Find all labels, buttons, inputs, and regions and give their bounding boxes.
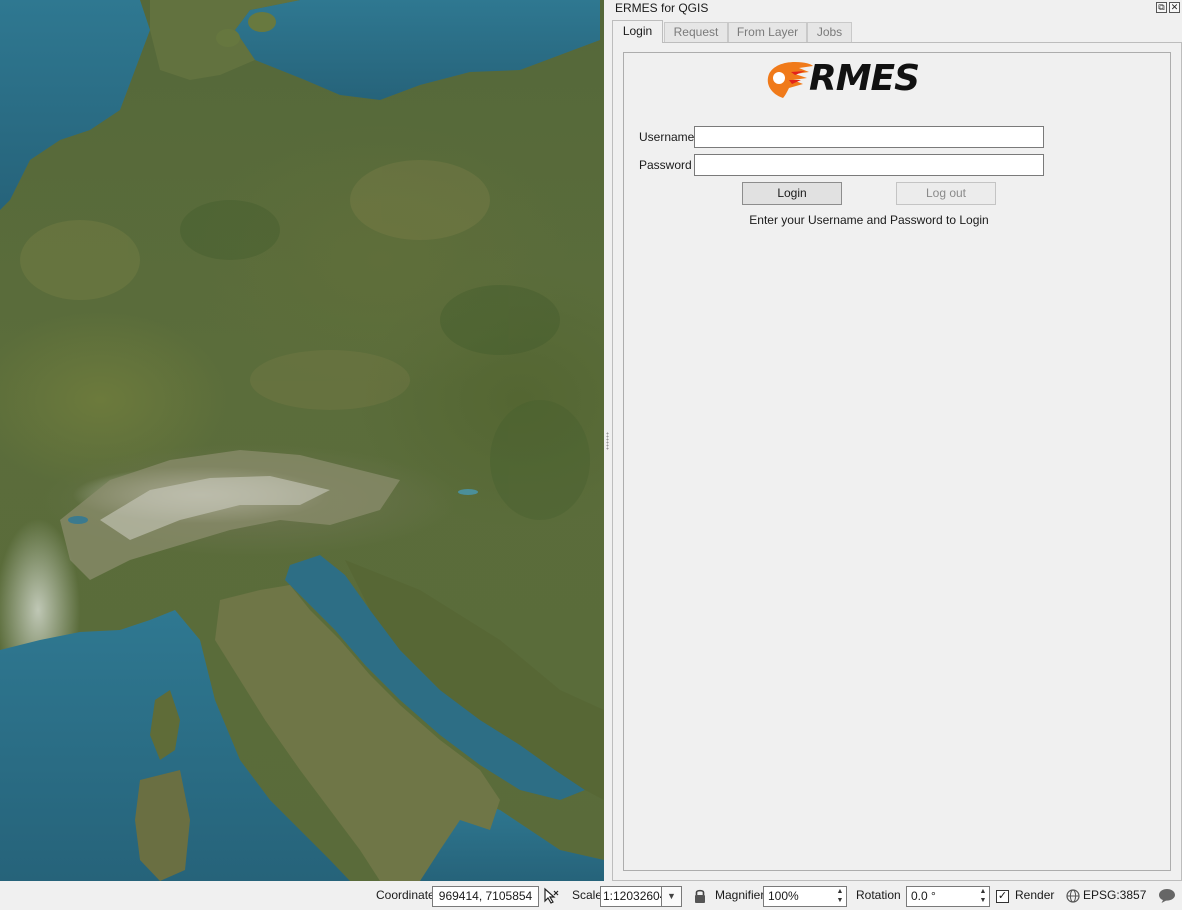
login-status-message: Enter your Username and Password to Logi… (749, 213, 989, 227)
map-canvas[interactable] (0, 0, 604, 881)
globe-icon[interactable] (1066, 889, 1080, 903)
status-bar: Coordinate 969414, 7105854 Scale 1:12032… (0, 881, 1182, 910)
north-sea (0, 0, 150, 210)
login-button[interactable]: Login (742, 182, 842, 205)
tab-jobs[interactable]: Jobs (807, 22, 852, 42)
baltic-sea (235, 0, 600, 100)
speech-bubble-icon[interactable] (1158, 888, 1176, 904)
mouse-cursor-icon[interactable] (542, 887, 560, 905)
rotation-spinbox[interactable]: 0.0 ° ▲ ▼ (906, 886, 990, 907)
username-input[interactable] (694, 126, 1044, 148)
password-label: Password (639, 158, 692, 172)
ermes-logo: RMES (765, 58, 950, 102)
dock-splitter-handle[interactable] (606, 432, 609, 450)
dock-close-icon[interactable]: ✕ (1169, 2, 1180, 13)
render-checkbox[interactable]: ✓ (996, 890, 1009, 903)
dock-float-icon[interactable]: ⧉ (1156, 2, 1167, 13)
crs-button[interactable]: EPSG:3857 (1083, 881, 1146, 910)
ermes-dock-panel: ERMES for QGIS ⧉ ✕ Login Request From La… (610, 0, 1182, 881)
chevron-down-icon[interactable]: ▼ (662, 886, 682, 907)
coordinate-field[interactable]: 969414, 7105854 (432, 886, 539, 907)
login-tab-pane: RMES Username Password Login Log out Ent… (612, 42, 1182, 881)
magnifier-label: Magnifier (715, 888, 765, 902)
scale-combo[interactable]: 1:12032604 (600, 886, 662, 907)
logout-button[interactable]: Log out (896, 182, 996, 205)
tab-from-layer[interactable]: From Layer (728, 22, 807, 42)
rotation-value: 0.0 ° (911, 889, 936, 903)
satellite-basemap (0, 0, 604, 881)
coordinate-label: Coordinate (376, 888, 435, 902)
spin-arrows-icon[interactable]: ▲ ▼ (977, 887, 989, 906)
logo-wordmark: RMES (809, 58, 920, 99)
lock-icon[interactable] (693, 888, 707, 904)
spin-arrows-icon[interactable]: ▲ ▼ (834, 887, 846, 906)
dock-title: ERMES for QGIS (615, 1, 709, 15)
rotation-label: Rotation (856, 888, 901, 902)
magnifier-value: 100% (768, 889, 799, 903)
username-label: Username (639, 130, 695, 144)
login-group-box: RMES Username Password Login Log out Ent… (623, 52, 1171, 871)
tab-request[interactable]: Request (664, 22, 728, 42)
password-input[interactable] (694, 154, 1044, 176)
render-label: Render (1015, 888, 1055, 902)
tab-login[interactable]: Login (612, 20, 663, 43)
scale-label: Scale (572, 888, 603, 902)
flame-logo-icon (767, 62, 813, 98)
magnifier-spinbox[interactable]: 100% ▲ ▼ (763, 886, 847, 907)
